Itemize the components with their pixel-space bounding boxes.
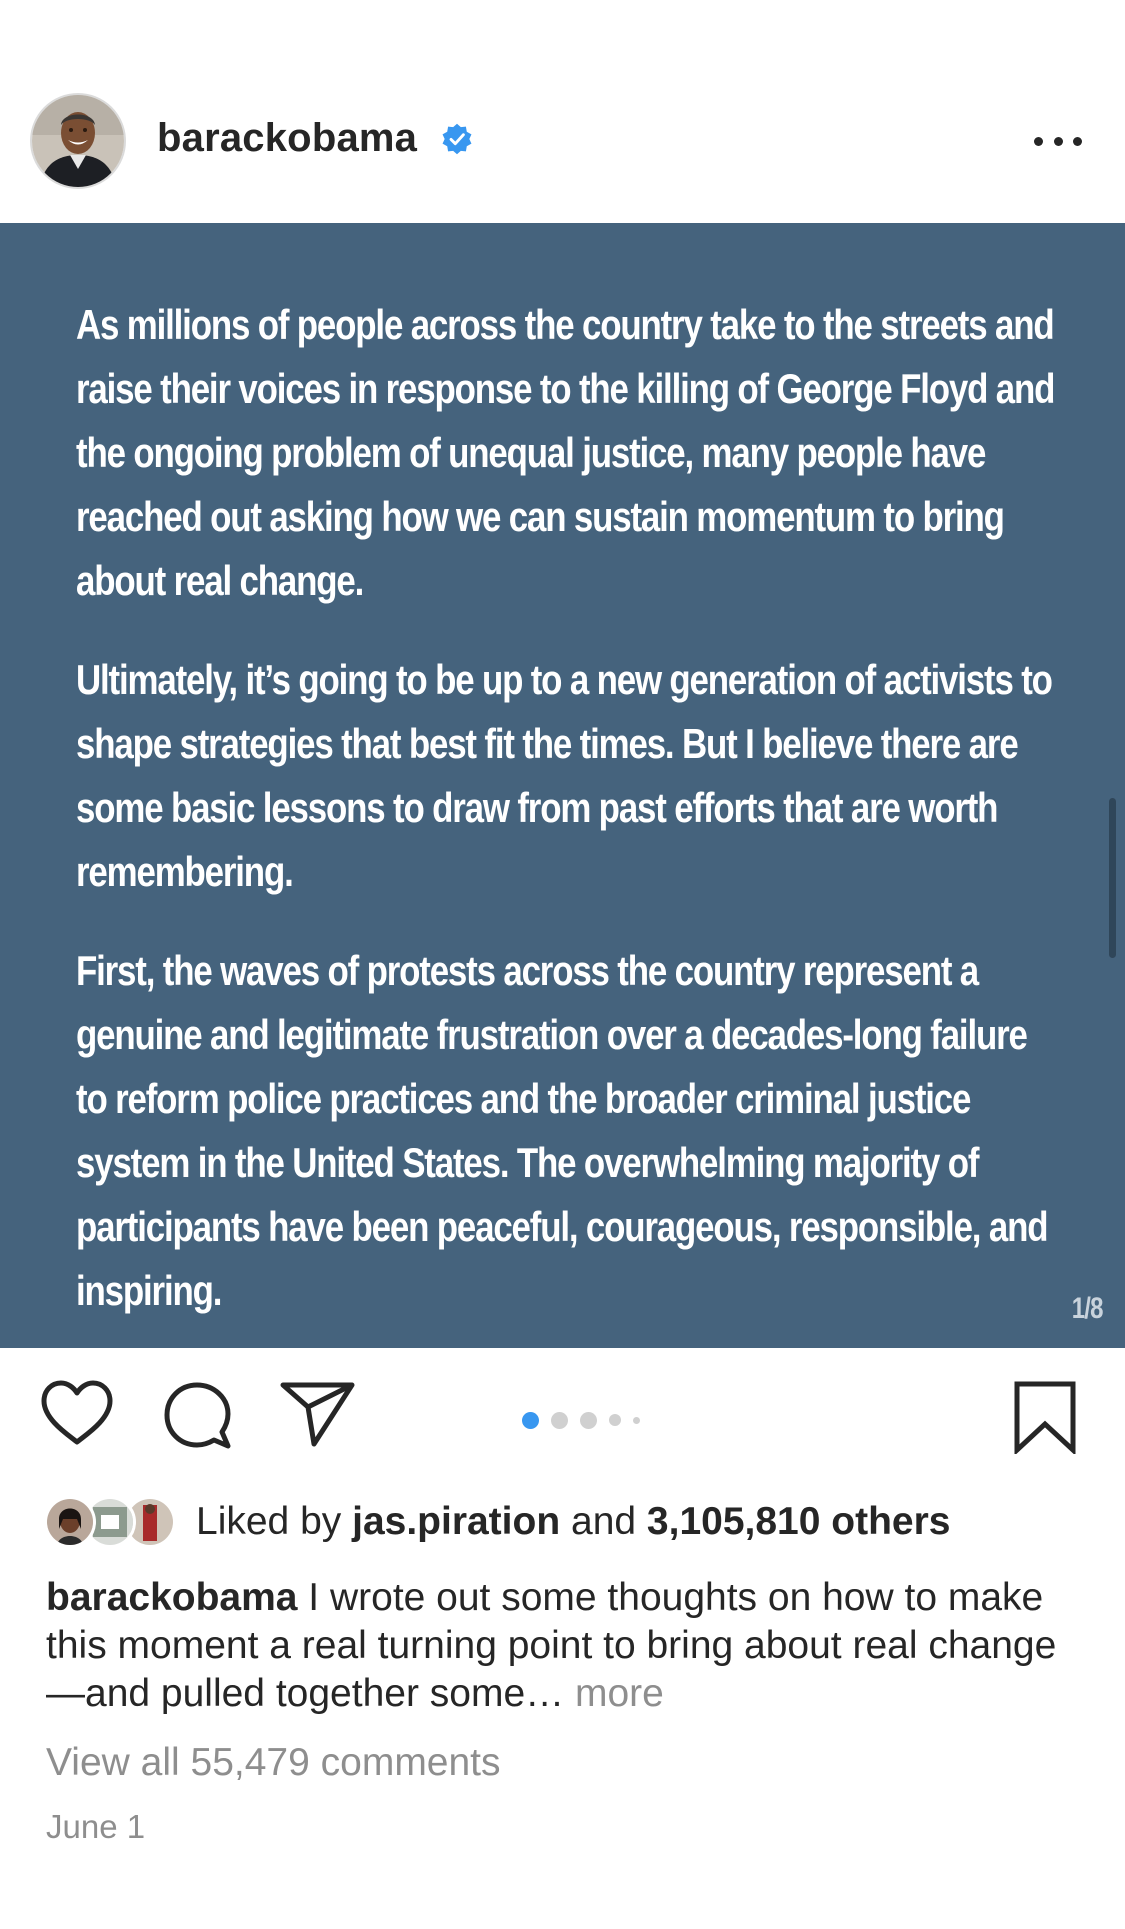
carousel-indicator [522, 1410, 652, 1430]
dot-icon [1034, 136, 1043, 146]
post-image[interactable]: As millions of people across the country… [0, 223, 1125, 1348]
post-image-text: As millions of people across the country… [76, 293, 1064, 1358]
liker-avatars[interactable] [44, 1496, 184, 1548]
carousel-dot [580, 1411, 597, 1429]
post-paragraph-3: First, the waves of protests across the … [76, 947, 1049, 1314]
liker-avatar-icon [44, 1496, 96, 1548]
likes-summary: Liked by jas.piration and 3,105,810 othe… [196, 1500, 950, 1544]
carousel-dot [633, 1416, 640, 1424]
comment-icon[interactable] [162, 1380, 234, 1452]
avatar[interactable] [30, 93, 126, 189]
likes-connector: and [571, 1500, 637, 1543]
profile-photo-icon [32, 95, 124, 187]
post-username[interactable]: barackobama [157, 116, 417, 161]
carousel-dot-active [522, 1411, 539, 1429]
heart-icon[interactable] [40, 1380, 114, 1446]
caption-username[interactable]: barackobama [46, 1576, 297, 1619]
likes-count-link[interactable]: 3,105,810 others [647, 1500, 951, 1543]
dot-icon [1073, 136, 1082, 146]
more-options-button[interactable] [1030, 126, 1086, 156]
post-paragraph-1: As millions of people across the country… [76, 301, 1055, 604]
caption-more-link[interactable]: more [575, 1672, 664, 1715]
bookmark-icon[interactable] [1013, 1380, 1077, 1454]
scroll-indicator [1109, 798, 1116, 958]
liked-by-user-link[interactable]: jas.piration [352, 1500, 560, 1543]
post-paragraph-2: Ultimately, it’s going to be up to a new… [76, 656, 1053, 895]
instagram-post: barackobama As millions of people across… [0, 0, 1125, 1929]
post-header: barackobama [0, 90, 1125, 194]
likes-row: Liked by jas.piration and 3,105,810 othe… [44, 1494, 1094, 1550]
view-all-comments-link[interactable]: View all 55,479 comments [46, 1741, 501, 1785]
likes-prefix: Liked by [196, 1500, 342, 1543]
dot-icon [1053, 136, 1063, 146]
carousel-page-counter: 1/8 [1072, 1292, 1104, 1325]
paper-plane-icon[interactable] [280, 1380, 356, 1448]
post-caption: barackobama I wrote out some thoughts on… [46, 1574, 1086, 1718]
post-date: June 1 [46, 1808, 146, 1845]
carousel-dot [551, 1411, 568, 1429]
action-bar [0, 1380, 1125, 1460]
verified-badge-icon [442, 123, 472, 155]
carousel-dot [609, 1414, 621, 1426]
